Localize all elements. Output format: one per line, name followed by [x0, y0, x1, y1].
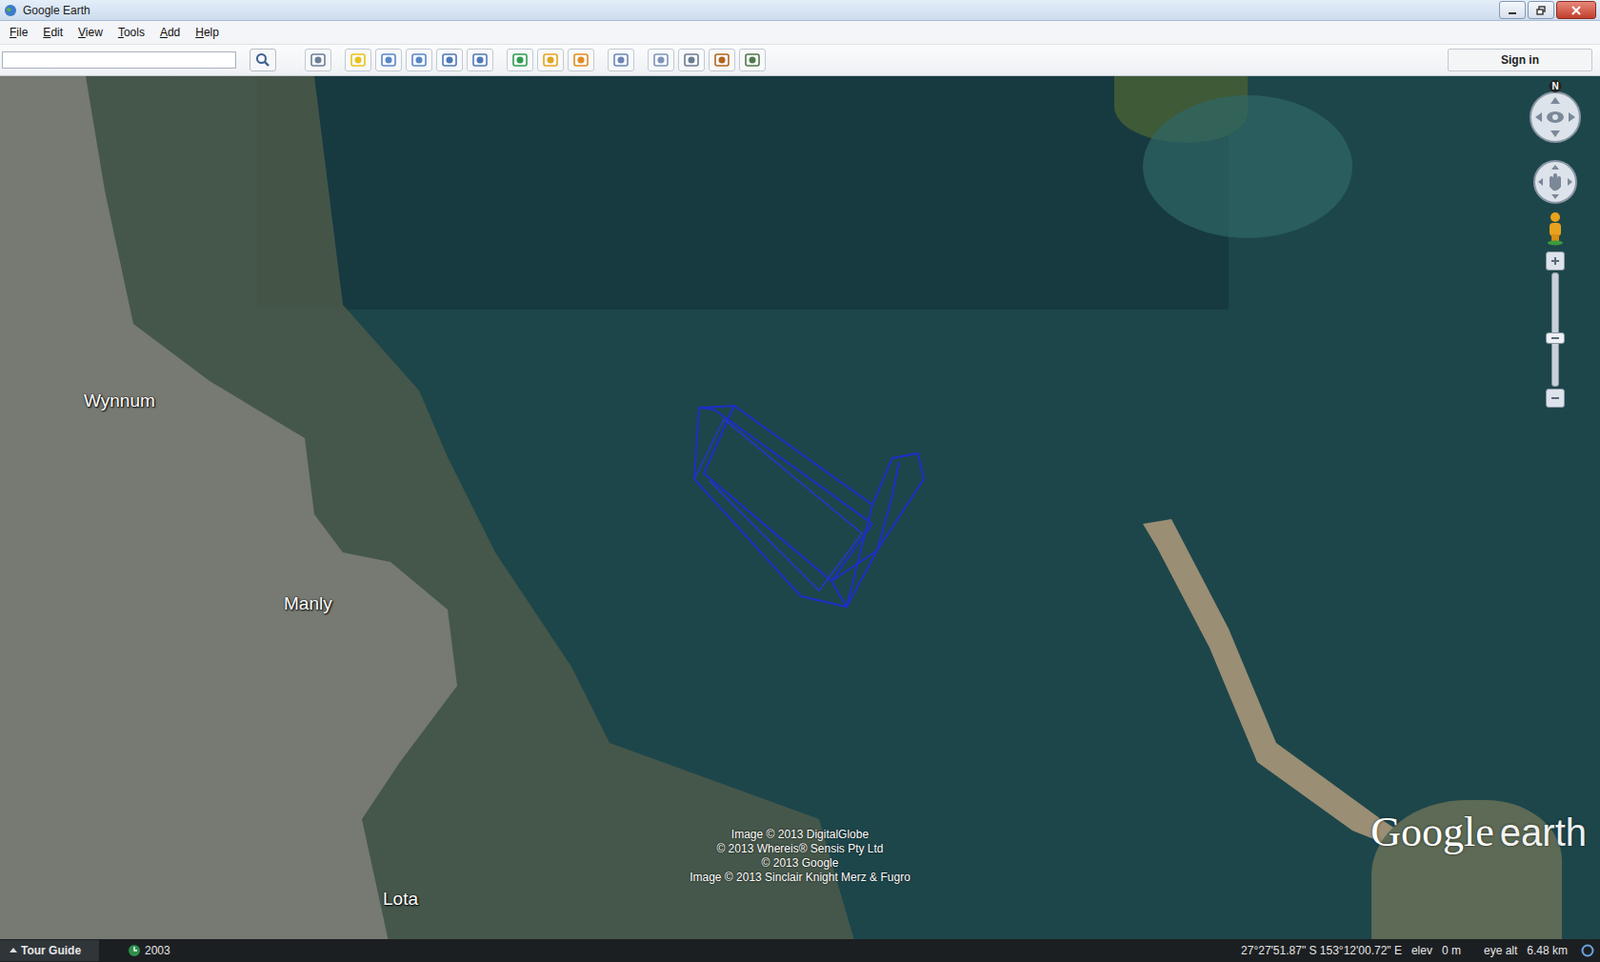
- look-control[interactable]: N: [1520, 81, 1591, 153]
- menu-item[interactable]: Tools: [112, 24, 151, 40]
- title-bar: Google Earth: [0, 0, 1600, 21]
- email-icon: [652, 51, 670, 69]
- elevation-label: elev: [1411, 943, 1433, 958]
- tool-button[interactable]: [304, 48, 332, 72]
- tool-button[interactable]: [344, 48, 372, 72]
- tour-guide-button[interactable]: Tour Guide: [0, 940, 100, 961]
- attribution-line: Image © 2013 DigitalGlobe: [731, 827, 869, 842]
- status-bar: Tour Guide 2003 27°27'51.87" S 153°12'00.7…: [0, 939, 1600, 962]
- place-label[interactable]: Wynnum: [83, 390, 156, 412]
- tool-button[interactable]: [375, 48, 402, 72]
- pegman-icon: [1544, 211, 1566, 246]
- planet-icon: [572, 51, 590, 69]
- attribution-line: © 2013 Whereis® Sensis Pty Ltd: [716, 841, 883, 857]
- restore-icon: [1536, 5, 1546, 16]
- menu-item[interactable]: File: [3, 24, 34, 40]
- map-view[interactable]: Wynnum Manly Lota Image © 2013 DigitalGlobe…: [0, 76, 1600, 940]
- tool-buttons: [304, 48, 766, 72]
- tool-button[interactable]: [506, 48, 534, 72]
- minimize-button[interactable]: [1499, 0, 1526, 20]
- tool-button[interactable]: [647, 48, 675, 72]
- zoom-slider[interactable]: [1545, 251, 1565, 408]
- tool-button[interactable]: [708, 48, 736, 72]
- street-view-button[interactable]: [1544, 211, 1566, 246]
- print-icon: [682, 51, 700, 69]
- tool-button[interactable]: [436, 48, 463, 72]
- image-icon: [743, 51, 761, 69]
- attribution-line: © 2013 Google: [761, 856, 840, 871]
- elevation-value: 0 m: [1441, 943, 1461, 958]
- imagery-tile: [257, 76, 1229, 310]
- move-control[interactable]: [1531, 158, 1580, 206]
- menu-item[interactable]: View: [72, 24, 109, 40]
- maximize-button[interactable]: [1527, 0, 1555, 20]
- menu-bar: FileEditViewToolsAddHelp: [0, 20, 1600, 45]
- toolbar: Sign in: [0, 44, 1600, 77]
- ruler-icon: [612, 51, 630, 69]
- placemark-icon: [349, 51, 367, 69]
- north-marker: N: [1549, 80, 1562, 93]
- expand-up-icon: [9, 946, 18, 955]
- sun-icon: [541, 51, 560, 69]
- imagery-date[interactable]: 2003: [127, 943, 171, 958]
- eye-icon: [1523, 85, 1587, 149]
- minus-icon: [1550, 393, 1560, 403]
- zoom-thumb[interactable]: [1545, 332, 1565, 344]
- history-clock-icon: [127, 943, 141, 958]
- hand-icon: [1531, 158, 1580, 206]
- tool-button[interactable]: [739, 48, 766, 72]
- zoom-out-button[interactable]: [1545, 388, 1565, 408]
- tool-button[interactable]: [567, 48, 595, 72]
- window-title: Google Earth: [22, 3, 91, 18]
- window-controls: [1499, 0, 1597, 20]
- gps-track: [0, 76, 1600, 940]
- search-button[interactable]: [249, 48, 277, 72]
- zoom-track[interactable]: [1551, 272, 1560, 387]
- tool-button[interactable]: [537, 48, 564, 72]
- polygon-icon: [380, 51, 398, 69]
- menu-item[interactable]: Add: [154, 24, 186, 40]
- maps-icon: [713, 51, 731, 69]
- overlay-icon: [440, 51, 459, 69]
- tool-button[interactable]: [405, 48, 433, 72]
- minus-icon: [1550, 335, 1560, 341]
- eye-altitude-label: eye alt: [1483, 943, 1518, 958]
- place-label[interactable]: Lota: [382, 888, 419, 910]
- tool-button[interactable]: [678, 48, 705, 72]
- search-field[interactable]: [1, 51, 237, 69]
- google-earth-logo: Googleearth: [1370, 807, 1587, 857]
- close-button[interactable]: [1556, 0, 1597, 20]
- streaming-icon: [1580, 943, 1595, 958]
- tool-button[interactable]: [466, 48, 494, 72]
- navigation-controls: N: [1516, 81, 1595, 408]
- google-earth-window: Google Earth FileEditViewToolsAddHelp Sign…: [0, 0, 1600, 962]
- place-label[interactable]: Manly: [283, 593, 333, 615]
- plus-icon: [1550, 256, 1560, 266]
- menu-item[interactable]: Edit: [37, 24, 69, 40]
- magnifier-icon: [255, 52, 271, 68]
- close-icon: [1571, 5, 1581, 16]
- tour-icon: [471, 51, 489, 69]
- path-icon: [410, 51, 428, 69]
- sign-in-button[interactable]: Sign in: [1447, 48, 1593, 72]
- earth-icon: [3, 3, 18, 18]
- eye-altitude-value: 6.48 km: [1526, 943, 1568, 958]
- imagery-attribution: Image © 2013 DigitalGlobe© 2013 Whereis®…: [657, 827, 943, 885]
- attribution-line: Image © 2013 Sinclair Knight Merz & Fugr…: [689, 870, 911, 885]
- sidebar-icon: [309, 51, 327, 69]
- zoom-in-button[interactable]: [1545, 251, 1565, 271]
- coordinates: 27°27'51.87" S 153°12'00.72" E: [1240, 943, 1402, 958]
- menu-item[interactable]: Help: [189, 24, 225, 40]
- history-icon: [511, 51, 529, 69]
- tool-button[interactable]: [607, 48, 635, 72]
- reef-shallows: [1142, 95, 1353, 239]
- minimize-icon: [1507, 5, 1518, 16]
